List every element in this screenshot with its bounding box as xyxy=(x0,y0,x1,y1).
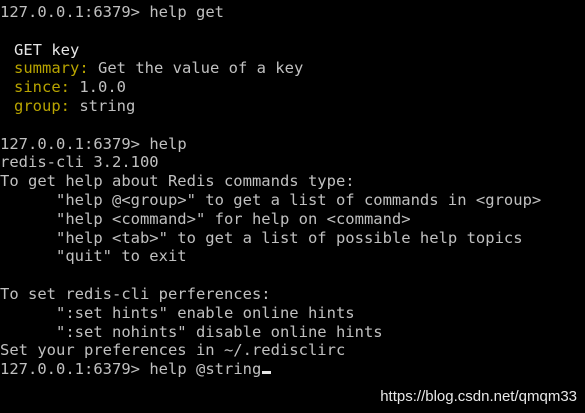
prefs-file-line: Set your preferences in ~/.redisclirc xyxy=(0,341,346,360)
terminal-window[interactable]: 127.0.0.1:6379> help get GET key summary… xyxy=(0,0,585,413)
help-intro-line: To get help about Redis commands type: xyxy=(0,172,355,191)
prompt: 127.0.0.1:6379> xyxy=(0,360,140,379)
group-value: string xyxy=(79,96,136,115)
prompt-line-help: 127.0.0.1:6379> help xyxy=(0,135,585,154)
summary-label: summary: xyxy=(14,59,89,78)
watermark-url: https://blog.csdn.net/qmqm33 xyxy=(380,388,577,405)
help-group-line: "help @<group>" to get a list of command… xyxy=(0,190,542,209)
command-signature: GET key xyxy=(14,40,80,59)
since-value: 1.0.0 xyxy=(79,78,127,97)
pref-hints-line: ":set hints" enable online hints xyxy=(0,303,355,322)
help-tab-line: "help <tab>" to get a list of possible h… xyxy=(0,228,523,247)
pref-nohints-line: ":set nohints" disable online hints xyxy=(0,322,383,341)
prompt-line-help-get: 127.0.0.1:6379> help get xyxy=(0,3,585,22)
summary-line: summary: Get the value of a key xyxy=(0,59,585,78)
command-text: help xyxy=(149,134,187,153)
command-text: help get xyxy=(149,3,224,21)
command-input[interactable]: help @string xyxy=(149,360,261,378)
prompt-line-current[interactable]: 127.0.0.1:6379> help @string xyxy=(0,360,585,379)
text-cursor xyxy=(262,371,272,375)
summary-value: Get the value of a key xyxy=(98,59,304,78)
help-command-line: "help <command>" for help on <command> xyxy=(0,209,411,228)
since-line: since: 1.0.0 xyxy=(0,78,585,97)
prompt: 127.0.0.1:6379> xyxy=(0,134,140,153)
since-label: since: xyxy=(14,78,70,97)
version-line: redis-cli 3.2.100 xyxy=(0,153,159,172)
prefs-intro-line: To set redis-cli perferences: xyxy=(0,284,271,303)
group-label: group: xyxy=(14,96,70,115)
group-line: group: string xyxy=(0,97,585,116)
prompt: 127.0.0.1:6379> xyxy=(0,3,140,21)
help-quit-line: "quit" to exit xyxy=(0,247,187,266)
